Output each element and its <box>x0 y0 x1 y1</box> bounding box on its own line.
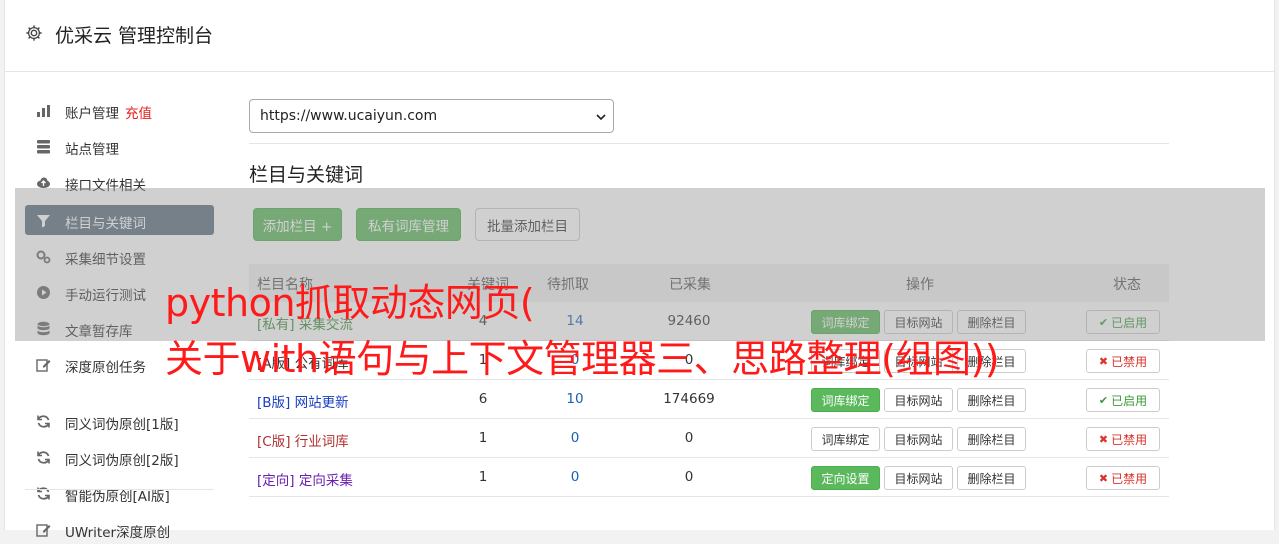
collected-count: 0 <box>684 430 694 446</box>
column-name: 定向采集 <box>298 473 353 489</box>
delete-column-button[interactable]: 删除栏目 <box>957 427 1026 451</box>
edit-icon <box>36 359 51 372</box>
target-site-button[interactable]: 目标网站 <box>884 388 953 412</box>
bar-chart-icon <box>37 105 50 117</box>
table-row: [定向] 定向采集 1 0 0 定向设置 目标网站 删除栏目 ✖ 已禁用 <box>249 458 1169 497</box>
sidebar-item-label: 深度原创任务 <box>65 360 146 376</box>
collected-count: 0 <box>684 469 694 485</box>
status-label: 已禁用 <box>1111 354 1148 369</box>
pending-count[interactable]: 0 <box>545 469 605 485</box>
keyword-count: 1 <box>478 469 488 485</box>
sidebar-item-label: UWriter深度原创 <box>65 525 171 541</box>
column-name: 行业词库 <box>294 434 349 450</box>
sidebar-item-10[interactable]: 同义词伪原创[2版] <box>25 442 214 472</box>
column-tag: [C版] <box>257 434 291 450</box>
column-name-link[interactable]: [C版] 行业词库 <box>257 430 349 450</box>
refresh-icon <box>37 451 50 464</box>
recharge-link[interactable]: 充值 <box>125 106 152 122</box>
server-icon <box>37 140 50 154</box>
status-toggle[interactable]: ✔ 已启用 <box>1086 388 1160 412</box>
target-site-button[interactable]: 目标网站 <box>884 427 953 451</box>
gear-icon <box>26 25 42 41</box>
site-select-value: https://www.ucaiyun.com <box>260 108 438 124</box>
table-row: [C版] 行业词库 1 0 0 词库绑定 目标网站 删除栏目 ✖ 已禁用 <box>249 419 1169 458</box>
keyword-count: 6 <box>478 391 488 407</box>
sidebar-item-2[interactable]: 站点管理 <box>25 131 214 161</box>
cross-icon: ✖ <box>1098 432 1109 446</box>
sidebar-divider <box>25 489 214 490</box>
header: 优采云 管理控制台 <box>5 0 1274 72</box>
delete-column-button[interactable]: 删除栏目 <box>957 388 1026 412</box>
bind-lib-button[interactable]: 定向设置 <box>811 466 880 490</box>
site-select[interactable]: https://www.ucaiyun.com <box>249 99 614 133</box>
refresh-icon <box>37 415 50 428</box>
divider <box>249 143 1169 144</box>
status-label: 已禁用 <box>1111 471 1148 486</box>
cross-icon: ✖ <box>1098 471 1109 485</box>
delete-column-button[interactable]: 删除栏目 <box>957 466 1026 490</box>
pending-count[interactable]: 10 <box>545 391 605 407</box>
watermark-line-2: 关于with语句与上下文管理器三、思路整理(组图)) <box>165 337 1000 381</box>
column-name: 网站更新 <box>294 395 349 411</box>
sidebar-item-label: 智能伪原创[AI版] <box>65 489 170 505</box>
sidebar-item-label: 站点管理 <box>65 142 119 158</box>
column-tag: [定向] <box>257 473 295 489</box>
target-site-button[interactable]: 目标网站 <box>884 466 953 490</box>
sidebar-item-label: 同义词伪原创[1版] <box>65 417 179 433</box>
cross-icon: ✖ <box>1098 354 1109 368</box>
watermark-line-1: python抓取动态网页( <box>165 281 535 325</box>
status-toggle[interactable]: ✖ 已禁用 <box>1086 349 1160 373</box>
sidebar-item-label: 同义词伪原创[2版] <box>65 453 179 469</box>
section-title: 栏目与关键词 <box>249 164 364 186</box>
sidebar-item-9[interactable]: 同义词伪原创[1版] <box>25 406 214 436</box>
column-name-link[interactable]: [B版] 网站更新 <box>257 391 349 411</box>
status-label: 已禁用 <box>1111 432 1148 447</box>
check-icon: ✔ <box>1098 393 1109 407</box>
bind-lib-button[interactable]: 词库绑定 <box>811 427 880 451</box>
chevron-down-icon <box>596 114 606 121</box>
sidebar-item-12[interactable]: UWriter深度原创 <box>25 514 214 544</box>
app-title: 优采云 管理控制台 <box>55 25 214 47</box>
status-label: 已启用 <box>1111 393 1148 408</box>
status-toggle[interactable]: ✖ 已禁用 <box>1086 427 1160 451</box>
status-toggle[interactable]: ✖ 已禁用 <box>1086 466 1160 490</box>
sidebar-item-label: 账户管理 充值 <box>65 106 152 122</box>
sidebar-item-11[interactable]: 智能伪原创[AI版] <box>25 478 214 508</box>
column-name-link[interactable]: [定向] 定向采集 <box>257 469 353 489</box>
pending-count[interactable]: 0 <box>545 430 605 446</box>
table-row: [B版] 网站更新 6 10 174669 词库绑定 目标网站 删除栏目 ✔ 已启用 <box>249 380 1169 419</box>
keyword-count: 1 <box>478 430 488 446</box>
column-tag: [B版] <box>257 395 291 411</box>
collected-count: 174669 <box>663 391 715 407</box>
sidebar-item-1[interactable]: 账户管理 充值 <box>25 95 214 125</box>
bind-lib-button[interactable]: 词库绑定 <box>811 388 880 412</box>
